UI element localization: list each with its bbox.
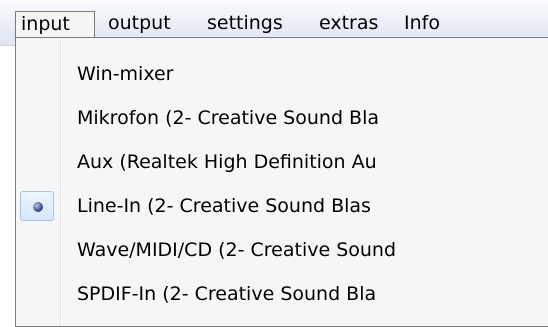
menu-entry-label: Mikrofon (2- Creative Sound Bla: [77, 107, 380, 129]
menu-info[interactable]: Info: [399, 11, 445, 37]
menu-entry-spdif-in[interactable]: SPDIF-In (2- Creative Sound Bla: [16, 272, 548, 316]
menu-entry-label: Win-mixer: [77, 63, 174, 85]
radio-dot-icon: [33, 202, 43, 212]
menu-output[interactable]: output: [103, 11, 176, 37]
menu-entry-wave-midi-cd[interactable]: Wave/MIDI/CD (2- Creative Sound: [16, 228, 548, 272]
menu-entry-label: SPDIF-In (2- Creative Sound Bla: [77, 283, 377, 305]
input-dropdown-menu: Win-mixer Mikrofon (2- Creative Sound Bl…: [15, 37, 548, 327]
menu-extras[interactable]: extras: [314, 11, 383, 37]
menu-input[interactable]: input: [15, 11, 95, 37]
menu-settings[interactable]: settings: [202, 11, 288, 37]
menu-entry-label: Line-In (2- Creative Sound Blas: [77, 195, 371, 217]
menu-entry-label: Aux (Realtek High Definition Au: [77, 151, 377, 173]
menu-entry-line-in[interactable]: Line-In (2- Creative Sound Blas: [16, 184, 548, 228]
menu-entry-win-mixer[interactable]: Win-mixer: [16, 52, 548, 96]
selected-indicator: [20, 191, 54, 221]
menu-entry-aux[interactable]: Aux (Realtek High Definition Au: [16, 140, 548, 184]
menu-entry-mikrofon[interactable]: Mikrofon (2- Creative Sound Bla: [16, 96, 548, 140]
menu-entry-label: Wave/MIDI/CD (2- Creative Sound: [77, 239, 397, 261]
